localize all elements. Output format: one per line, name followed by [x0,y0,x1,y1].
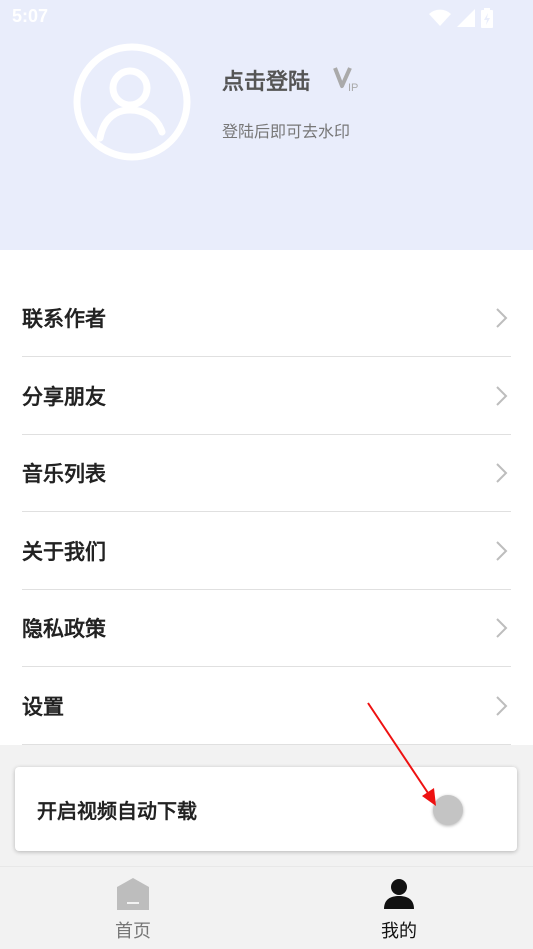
login-subtitle: 登陆后即可去水印 [222,122,351,141]
tab-mine[interactable]: 我的 [266,867,532,949]
login-title[interactable]: 点击登陆 [222,64,310,96]
signal-icon [457,9,475,27]
home-icon [117,878,149,910]
menu-item-settings[interactable]: 设置 [22,667,511,745]
auto-download-toggle[interactable] [433,795,463,825]
person-icon [384,879,414,909]
chevron-right-icon [496,617,508,638]
menu-item-music-list[interactable]: 音乐列表 [22,434,511,512]
menu-item-about-us[interactable]: 关于我们 [22,512,511,590]
tab-home[interactable]: 首页 [0,867,266,949]
chevron-right-icon [496,695,508,716]
chevron-right-icon [496,462,508,483]
status-bar: 5:07 [0,0,533,36]
auto-download-label: 开启视频自动下载 [37,799,197,823]
menu-item-share-friends[interactable]: 分享朋友 [22,357,511,435]
vip-badge-text: IP [348,82,358,94]
chevron-right-icon [496,385,508,406]
menu-item-label: 分享朋友 [22,384,106,409]
battery-icon [481,8,493,28]
menu-item-label: 设置 [22,694,64,719]
auto-download-card: 开启视频自动下载 [15,767,517,851]
status-icons [429,8,493,28]
chevron-right-icon [496,540,508,561]
chevron-right-icon [496,307,508,328]
bottom-nav: 首页 我的 [0,866,533,949]
tab-mine-label: 我的 [381,921,417,942]
status-time: 5:07 [12,6,49,26]
settings-menu: 联系作者 分享朋友 音乐列表 关于我们 隐私政策 设置 [0,250,533,745]
vip-icon: IP [333,66,363,98]
wifi-icon [429,9,451,26]
profile-header: 5:07 点击登陆 IP 登陆后即可去水印 [0,0,533,250]
avatar-icon[interactable] [72,42,192,162]
menu-item-label: 联系作者 [22,306,106,331]
tab-home-label: 首页 [115,921,151,942]
menu-item-privacy-policy[interactable]: 隐私政策 [22,589,511,667]
menu-item-label: 音乐列表 [22,461,106,486]
menu-item-contact-author[interactable]: 联系作者 [22,279,511,357]
menu-item-label: 关于我们 [22,539,106,564]
menu-item-label: 隐私政策 [22,616,106,641]
